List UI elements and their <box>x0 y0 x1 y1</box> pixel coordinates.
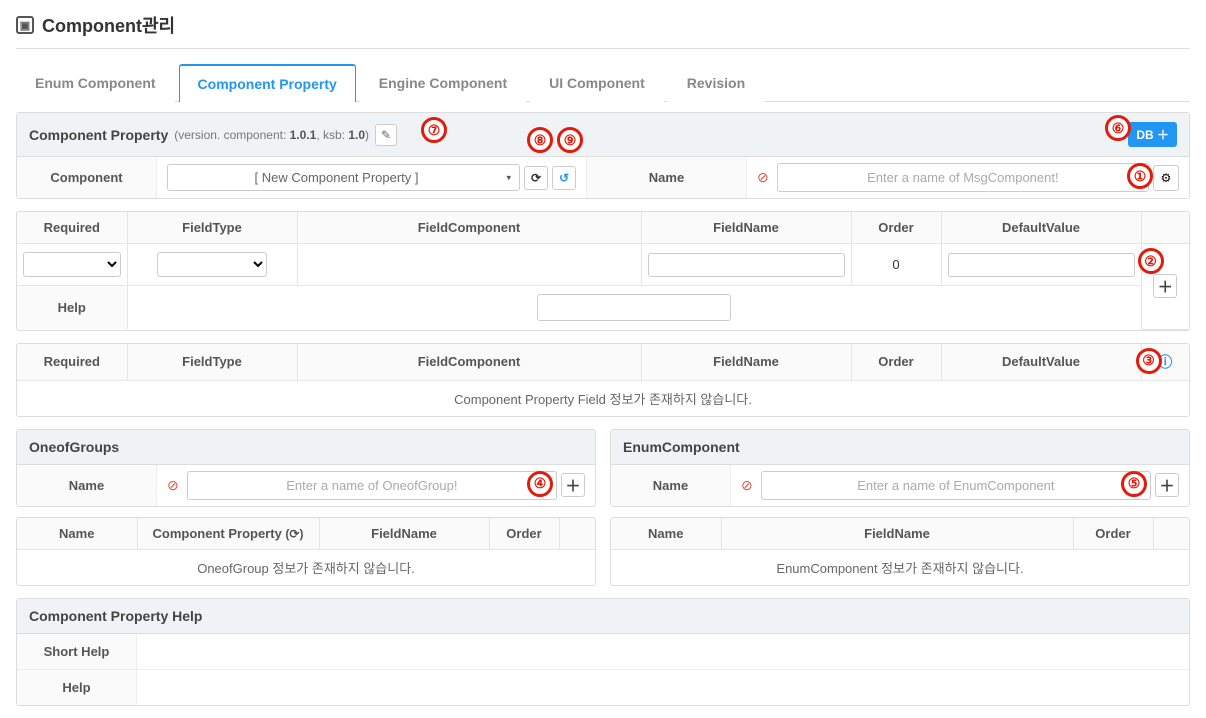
og-th-name: Name <box>17 518 137 550</box>
help-input[interactable] <box>537 294 731 321</box>
fieldtype-select[interactable] <box>157 252 267 277</box>
shorthelp-value <box>137 634 1189 669</box>
history-icon: ↺ <box>559 171 569 185</box>
fl-th-fieldtype: FieldType <box>127 344 297 381</box>
add-oneofgroup-button[interactable]: ＋ <box>561 473 585 497</box>
shorthelp-label: Short Help <box>17 634 137 669</box>
tab-revision[interactable]: Revision <box>668 64 764 102</box>
ec-th-action <box>1153 518 1189 550</box>
db-add-button[interactable]: DB ＋ <box>1128 122 1177 147</box>
component-property-panel: Component Property (version. component: … <box>16 112 1190 199</box>
cp-title: Component Property <box>29 127 168 143</box>
gears-icon: ⚙ <box>1161 171 1172 185</box>
th-order: Order <box>851 212 941 244</box>
ec-th-order: Order <box>1073 518 1153 550</box>
enumcomponent-table: Name FieldName Order EnumComponent 정보가 존… <box>610 517 1190 586</box>
fieldname-input[interactable] <box>648 253 845 277</box>
ec-th-name: Name <box>611 518 721 550</box>
required-select[interactable] <box>23 252 121 277</box>
og-th-order: Order <box>489 518 559 550</box>
name-label: Name <box>587 157 747 198</box>
fl-th-fieldname: FieldName <box>641 344 851 381</box>
version-text: (version. component: 1.0.1, ksb: 1.0) <box>174 128 369 142</box>
tab-enum-component[interactable]: Enum Component <box>16 64 175 102</box>
msgcomponent-name-input[interactable] <box>777 163 1149 192</box>
cancel-icon: ⊘ <box>757 169 769 186</box>
tab-ui-component[interactable]: UI Component <box>530 64 664 102</box>
oneofgroups-table: Name Component Property (⟳) FieldName Or… <box>16 517 596 586</box>
enumcomponent-name-input[interactable] <box>761 471 1151 500</box>
fieldcomponent-cell <box>297 244 641 286</box>
fl-th-order: Order <box>851 344 941 381</box>
page-header: ▣ Component관리 <box>16 12 1190 49</box>
marker-7: ⑦ <box>421 117 447 143</box>
page-title: Component관리 <box>42 12 175 38</box>
fl-th-defaultvalue: DefaultValue <box>941 344 1141 381</box>
component-property-header: Component Property (version. component: … <box>17 113 1189 157</box>
pencil-icon: ✎ <box>381 128 391 142</box>
th-action <box>1141 212 1189 244</box>
page-icon: ▣ <box>16 16 34 34</box>
field-list-empty: Component Property Field 정보가 존재하지 않습니다. <box>17 380 1189 416</box>
help-value <box>137 670 1189 705</box>
help-label: Help <box>17 286 127 330</box>
fl-th-info: ③ ⓘ <box>1141 344 1189 381</box>
enumcomponent-title: EnumComponent <box>623 439 740 455</box>
og-empty: OneofGroup 정보가 존재하지 않습니다. <box>17 549 595 585</box>
history-button[interactable]: ↺ <box>552 166 576 190</box>
tab-component-property[interactable]: Component Property <box>179 64 356 102</box>
compprop-refresh-icon[interactable]: (⟳) <box>285 527 303 541</box>
tab-engine-component[interactable]: Engine Component <box>360 64 526 102</box>
add-enumcomponent-button[interactable]: ＋ <box>1155 473 1179 497</box>
th-fieldtype: FieldType <box>127 212 297 244</box>
help-panel: Component Property Help Short Help Help <box>16 598 1190 706</box>
ec-name-label: Name <box>611 465 731 506</box>
oneofgroups-panel: OneofGroups Name ⊘ ④ ＋ <box>16 429 596 507</box>
th-required: Required <box>17 212 127 244</box>
og-name-label: Name <box>17 465 157 506</box>
refresh-icon: ⟳ <box>531 171 541 185</box>
th-fieldname: FieldName <box>641 212 851 244</box>
marker-8: ⑧ <box>527 127 553 153</box>
ec-empty: EnumComponent 정보가 존재하지 않습니다. <box>611 549 1189 585</box>
fl-th-fieldcomponent: FieldComponent <box>297 344 641 381</box>
component-label: Component <box>17 157 157 198</box>
ec-th-fieldname: FieldName <box>721 518 1073 550</box>
enumcomponent-header: EnumComponent <box>611 430 1189 465</box>
marker-6: ⑥ <box>1105 115 1131 141</box>
oneofgroup-name-input[interactable] <box>187 471 557 500</box>
help-label-2: Help <box>17 670 137 705</box>
field-list-table: Required FieldType FieldComponent FieldN… <box>16 343 1190 417</box>
component-dropdown[interactable]: [ New Component Property ] <box>167 164 520 191</box>
fl-th-required: Required <box>17 344 127 381</box>
oneofgroups-title: OneofGroups <box>29 439 119 455</box>
cancel-icon: ⊘ <box>741 477 753 494</box>
oneofgroups-header: OneofGroups <box>17 430 595 465</box>
enumcomponent-panel: EnumComponent Name ⊘ ⑤ ＋ <box>610 429 1190 507</box>
help-title: Component Property Help <box>29 608 202 624</box>
th-defaultvalue: DefaultValue <box>941 212 1141 244</box>
field-editor-table: Required FieldType FieldComponent FieldN… <box>16 211 1190 331</box>
th-fieldcomponent: FieldComponent <box>297 212 641 244</box>
marker-2: ② <box>1138 248 1164 274</box>
add-field-button[interactable]: ＋ <box>1153 274 1177 298</box>
og-th-action <box>559 518 595 550</box>
order-cell: 0 <box>851 244 941 286</box>
og-th-fieldname: FieldName <box>319 518 489 550</box>
marker-9: ⑨ <box>557 127 583 153</box>
refresh-button[interactable]: ⟳ <box>524 166 548 190</box>
edit-version-button[interactable]: ✎ <box>375 124 397 146</box>
component-row: Component [ New Component Property ] ⟳ ↺… <box>17 157 1189 198</box>
tabs: Enum Component Component Property Engine… <box>16 63 1190 102</box>
help-header: Component Property Help <box>17 599 1189 634</box>
settings-button[interactable]: ⚙ <box>1153 165 1179 191</box>
defaultvalue-input[interactable] <box>948 253 1135 277</box>
og-th-compprop: Component Property (⟳) <box>137 518 319 550</box>
cancel-icon: ⊘ <box>167 477 179 494</box>
info-icon[interactable]: ⓘ <box>1158 354 1172 370</box>
